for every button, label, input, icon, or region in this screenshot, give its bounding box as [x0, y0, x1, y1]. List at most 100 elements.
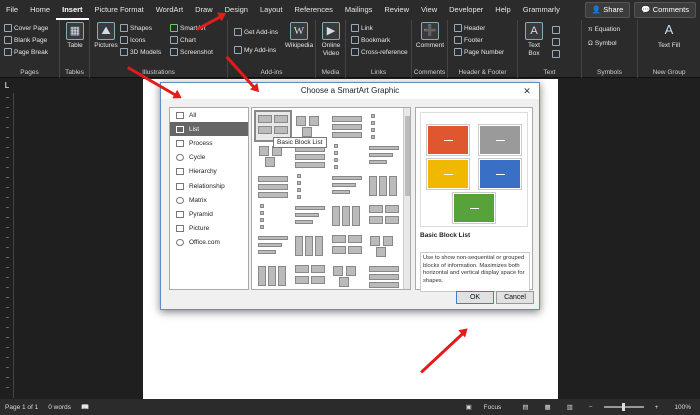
read-mode-icon[interactable]: ▤ — [517, 403, 533, 411]
page-break-icon — [4, 48, 12, 56]
text-fill-button[interactable]: A Text Fill — [654, 22, 684, 50]
layout-thumbnail[interactable] — [256, 262, 290, 289]
text-box-button[interactable]: A Text Box — [522, 22, 546, 58]
ruler-mark — [6, 277, 9, 278]
equation-button[interactable]: π Equation — [588, 26, 620, 33]
link-label: Link — [361, 24, 373, 32]
layout-thumbnail[interactable] — [367, 142, 401, 170]
comment-button[interactable]: ➕ Comment — [415, 22, 445, 50]
3d-models-button[interactable]: 3D Models — [120, 48, 161, 56]
cover-page-button[interactable]: Cover Page — [4, 24, 48, 32]
get-addins-button[interactable]: Get Add-ins — [234, 28, 278, 36]
close-icon[interactable]: ✕ — [515, 83, 539, 99]
layout-thumbnail[interactable] — [367, 262, 401, 289]
chart-button[interactable]: Chart — [170, 36, 196, 44]
preview-description: Use to show non-sequential or grouped bl… — [420, 252, 530, 292]
web-layout-icon[interactable]: ▥ — [562, 403, 578, 411]
wikipedia-button[interactable]: W Wikipedia — [284, 22, 314, 50]
gallery-scrollbar[interactable] — [403, 108, 410, 289]
my-addins-button[interactable]: My Add-ins — [234, 46, 276, 54]
layout-thumbnail[interactable] — [330, 262, 364, 289]
layout-thumbnail[interactable] — [293, 262, 327, 289]
pictures-button[interactable]: ⛰ Pictures — [93, 22, 119, 50]
page-break-button[interactable]: Page Break — [4, 48, 48, 56]
online-video-button[interactable]: ▶ Online Video — [318, 22, 344, 58]
symbol-button[interactable]: Ω Symbol — [588, 40, 617, 47]
layout-thumbnail[interactable] — [330, 172, 364, 200]
blank-page-button[interactable]: Blank Page — [4, 36, 47, 44]
text-tool-3[interactable] — [552, 50, 560, 58]
share-button[interactable]: 👤 Share — [584, 2, 631, 18]
layout-thumbnail[interactable] — [293, 112, 327, 140]
layout-thumbnail[interactable] — [330, 142, 364, 170]
layout-thumbnail[interactable] — [256, 232, 290, 260]
text-tool-1[interactable] — [552, 26, 560, 34]
category-relationship[interactable]: Relationship — [170, 179, 248, 193]
bookmark-button[interactable]: Bookmark — [351, 36, 390, 44]
ruler-tab-selector[interactable]: L — [0, 79, 14, 93]
shapes-button[interactable]: Shapes — [120, 24, 152, 32]
focus-button[interactable]: ▣ Focus — [456, 403, 512, 411]
category-matrix[interactable]: Matrix — [170, 193, 248, 207]
tab-layout[interactable]: Layout — [254, 0, 289, 20]
layout-thumbnail[interactable] — [256, 172, 290, 200]
page-number-button[interactable]: Page Number — [454, 48, 504, 56]
tab-view[interactable]: View — [415, 0, 443, 20]
blank-page-icon — [4, 36, 12, 44]
layout-thumbnail[interactable] — [330, 112, 364, 140]
layout-thumbnail[interactable] — [256, 202, 290, 230]
tab-review[interactable]: Review — [378, 0, 415, 20]
layout-thumbnail[interactable] — [367, 112, 401, 140]
footer-button[interactable]: Footer — [454, 36, 483, 44]
layout-thumbnail[interactable] — [293, 232, 327, 260]
category-list-item[interactable]: List — [170, 122, 248, 137]
tab-picture-format[interactable]: Picture Format — [89, 0, 150, 20]
header-button[interactable]: Header — [454, 24, 485, 32]
layout-thumbnail[interactable] — [330, 202, 364, 230]
gallery-scroll-thumb[interactable] — [405, 116, 410, 196]
tab-mailings[interactable]: Mailings — [339, 0, 379, 20]
tab-file[interactable]: File — [0, 0, 24, 20]
tab-references[interactable]: References — [289, 0, 339, 20]
category-picture[interactable]: Picture — [170, 222, 248, 236]
layout-thumbnail[interactable] — [293, 202, 327, 230]
link-button[interactable]: Link — [351, 24, 373, 32]
tab-developer[interactable]: Developer — [443, 0, 489, 20]
layout-thumbnail[interactable] — [293, 172, 327, 200]
screenshot-icon — [170, 48, 178, 56]
category-cycle[interactable]: Cycle — [170, 151, 248, 165]
tab-wordart[interactable]: WordArt — [150, 0, 189, 20]
layout-thumbnail[interactable] — [367, 232, 401, 260]
category-process[interactable]: Process — [170, 136, 248, 150]
category-hierarchy[interactable]: Hierarchy — [170, 165, 248, 179]
word-count[interactable]: 0 words — [43, 404, 76, 411]
page-count[interactable]: Page 1 of 1 — [0, 404, 43, 411]
layout-thumbnail[interactable] — [330, 232, 364, 260]
zoom-level[interactable]: 100% — [669, 404, 696, 411]
tab-grammarly[interactable]: Grammarly — [517, 0, 566, 20]
zoom-slider[interactable] — [603, 403, 644, 411]
zoom-in-icon[interactable]: + — [650, 404, 664, 411]
category-pyramid[interactable]: Pyramid — [170, 207, 248, 221]
category-office-com[interactable]: Office.com — [170, 236, 248, 250]
proofing-icon[interactable]: 📖 — [76, 403, 94, 411]
layout-thumbnail[interactable] — [367, 202, 401, 230]
tab-help[interactable]: Help — [489, 0, 516, 20]
cross-reference-button[interactable]: Cross-reference — [351, 48, 408, 56]
tab-insert[interactable]: Insert — [56, 0, 89, 20]
layout-basic-block-list[interactable] — [254, 110, 292, 142]
table-button[interactable]: ▦ Table — [64, 22, 86, 50]
layout-thumbnail[interactable] — [367, 172, 401, 200]
category-label: All — [189, 111, 197, 119]
thumbnail-shape — [332, 132, 362, 138]
ok-button[interactable]: OK — [456, 291, 494, 304]
zoom-out-icon[interactable]: − — [584, 404, 598, 411]
screenshot-button[interactable]: Screenshot — [170, 48, 213, 56]
icons-button[interactable]: Icons — [120, 36, 146, 44]
tab-home[interactable]: Home — [24, 0, 56, 20]
category-all[interactable]: All — [170, 108, 248, 122]
text-tool-2[interactable] — [552, 38, 560, 46]
print-layout-icon[interactable]: ▦ — [539, 403, 555, 411]
cancel-button[interactable]: Cancel — [496, 291, 534, 304]
comments-button[interactable]: 💬 Comments — [634, 2, 696, 18]
